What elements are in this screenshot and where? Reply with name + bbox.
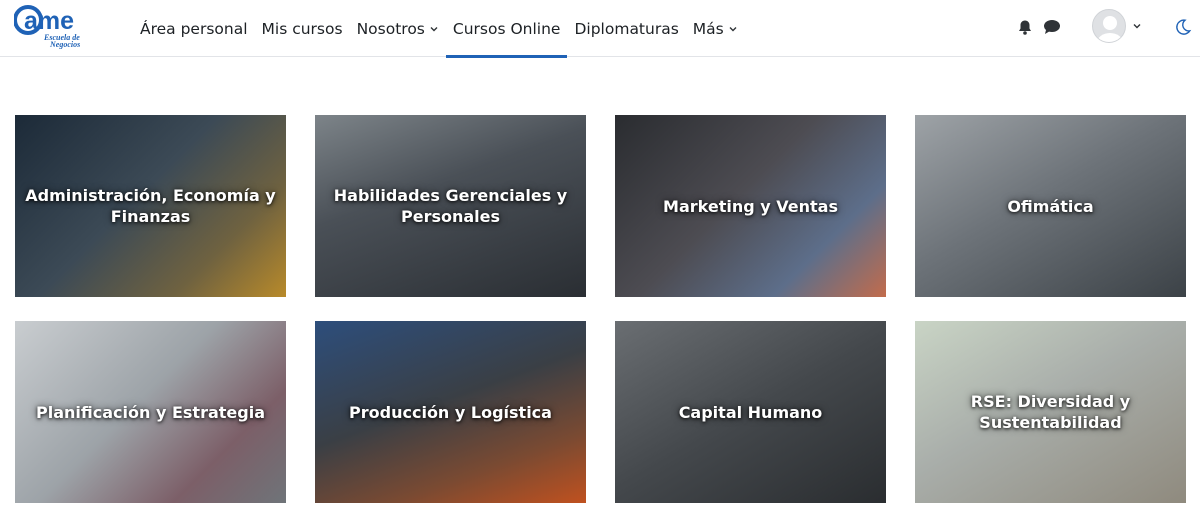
category-card-title: Planificación y Estrategia — [36, 402, 265, 422]
category-card-habilidades-gerenciales-y-personales[interactable]: Habilidades Gerenciales y Personales — [315, 115, 586, 297]
svg-text:ame: ame — [24, 7, 74, 35]
top-navbar: ame Escuela de Negocios Área personal Mis… — [0, 0, 1200, 58]
nav-item-diplomaturas[interactable]: Diplomaturas — [567, 0, 685, 57]
nav-item-label: Área personal — [140, 19, 248, 38]
nav-item-mis-cursos[interactable]: Mis cursos — [255, 0, 350, 57]
category-card-title: Ofimática — [1007, 196, 1094, 216]
nav-item-cursos-online[interactable]: Cursos Online — [445, 0, 568, 58]
nav-item-mas[interactable]: Más — [686, 0, 745, 57]
chevron-down-icon — [430, 26, 438, 31]
category-card-ofimatica[interactable]: Ofimática — [915, 115, 1186, 297]
category-card-marketing-y-ventas[interactable]: Marketing y Ventas — [615, 115, 886, 297]
chevron-down-icon — [729, 26, 737, 31]
moon-icon[interactable] — [1170, 14, 1196, 40]
chevron-down-icon — [1133, 24, 1141, 29]
primary-navigation: Área personal Mis cursos Nosotros Cursos On… — [133, 0, 745, 58]
category-card-administracion-economia-y-finanzas[interactable]: Administración, Economía y Finanzas — [15, 115, 286, 297]
category-card-produccion-y-logistica[interactable]: Producción y Logística — [315, 321, 586, 503]
nav-item-label: Más — [692, 19, 724, 38]
nav-item-area-personal[interactable]: Área personal — [133, 0, 255, 57]
category-card-title: Administración, Economía y Finanzas — [25, 186, 276, 226]
category-card-title: Marketing y Ventas — [663, 196, 838, 216]
category-card-title: RSE: Diversidad y Sustentabilidad — [970, 392, 1131, 432]
category-card-title: Capital Humano — [678, 402, 823, 422]
category-card-title: Habilidades Gerenciales y Personales — [333, 186, 568, 226]
nav-item-nosotros[interactable]: Nosotros — [350, 0, 446, 57]
nav-item-label: Cursos Online — [452, 19, 561, 38]
category-card-planificacion-y-estrategia[interactable]: Planificación y Estrategia — [15, 321, 286, 503]
nav-item-label: Mis cursos — [261, 19, 343, 38]
category-card-capital-humano[interactable]: Capital Humano — [615, 321, 886, 503]
svg-text:Negocios: Negocios — [49, 40, 80, 49]
user-menu-toggle[interactable] — [1092, 8, 1144, 44]
course-category-grid: Administración, Economía y Finanzas Habil… — [15, 115, 1186, 503]
chat-icon[interactable] — [1039, 14, 1065, 40]
category-card-title: Producción y Logística — [349, 402, 552, 422]
avatar — [1092, 9, 1126, 43]
nav-item-label: Diplomaturas — [574, 19, 679, 38]
nav-item-label: Nosotros — [356, 19, 425, 38]
category-card-rse-diversidad-y-sustentabilidad[interactable]: RSE: Diversidad y Sustentabilidad — [915, 321, 1186, 503]
bell-icon[interactable] — [1012, 14, 1038, 40]
site-logo[interactable]: ame Escuela de Negocios — [14, 3, 94, 49]
